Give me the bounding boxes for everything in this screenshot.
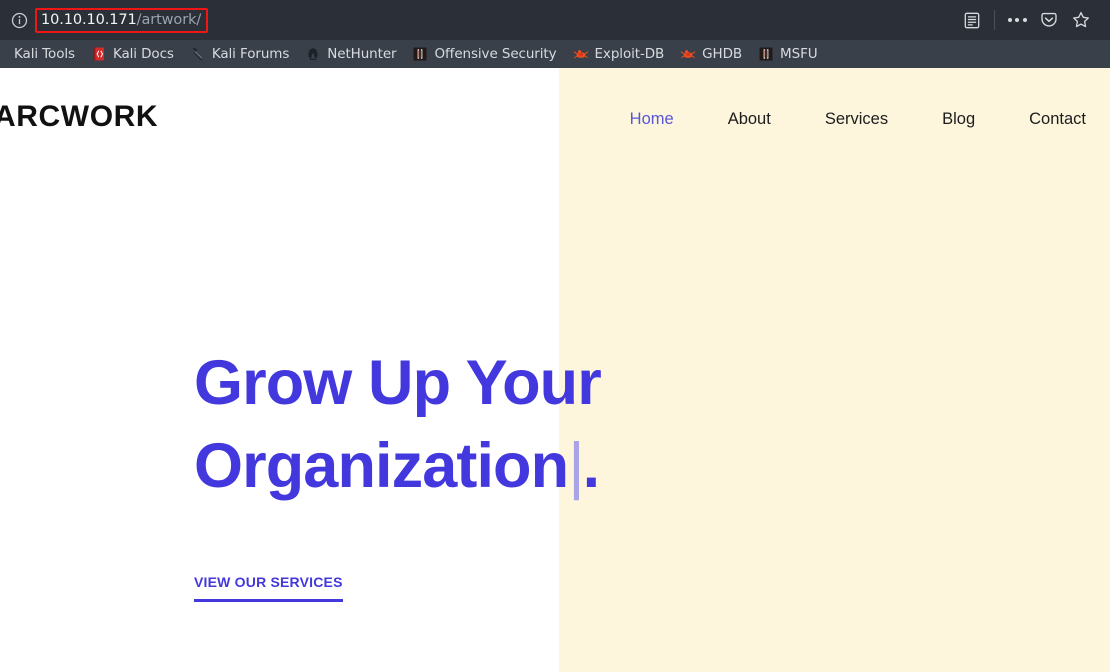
view-our-services-link[interactable]: VIEW OUR SERVICES xyxy=(194,574,343,602)
bookmark-kali-tools[interactable]: Kali Tools xyxy=(0,42,83,66)
bookmark-label: Kali Docs xyxy=(112,46,174,62)
bookmark-offensive-security[interactable]: Offensive Security xyxy=(404,42,564,66)
pocket-icon[interactable] xyxy=(1034,5,1064,35)
bookmark-star-icon[interactable] xyxy=(1066,5,1096,35)
bookmark-msfu[interactable]: MSFU xyxy=(750,42,825,66)
kali-tools-icon xyxy=(0,46,8,62)
url-bar[interactable]: 10.10.10.171/artwork/ xyxy=(0,6,957,34)
bookmark-label: Offensive Security xyxy=(434,46,557,62)
bookmark-label: MSFU xyxy=(780,46,818,62)
bookmark-kali-forums[interactable]: Kali Forums xyxy=(182,42,297,66)
browser-navigation-toolbar: 10.10.10.171/artwork/ xyxy=(0,0,1110,40)
nav-item-about[interactable]: About xyxy=(701,106,798,133)
nav-item-blog[interactable]: Blog xyxy=(915,106,1002,133)
hero-heading-line-2: Organization xyxy=(194,431,569,501)
bookmark-label: NetHunter xyxy=(327,46,397,62)
url-path: /artwork/ xyxy=(136,12,202,28)
reader-view-icon[interactable] xyxy=(957,5,987,35)
bookmark-ghdb[interactable]: GHDB xyxy=(672,42,750,66)
bookmark-label: Kali Tools xyxy=(14,46,75,62)
kali-forums-wrench-icon xyxy=(192,47,203,61)
url-host: 10.10.10.171 xyxy=(41,12,137,28)
msfu-icon xyxy=(759,47,773,61)
web-page-viewport: ARCWORK Home About Services Blog Contact… xyxy=(0,68,1110,672)
info-circle-icon[interactable] xyxy=(6,7,32,33)
exploit-db-bug-icon xyxy=(573,50,588,58)
toolbar-separator xyxy=(994,10,995,30)
site-logo[interactable]: ARCWORK xyxy=(0,102,158,132)
bookmarks-toolbar: Kali Tools Kali Docs Kali Forums NetHunt… xyxy=(0,40,1110,68)
hero-heading-period: . xyxy=(582,431,600,501)
site-header: ARCWORK Home About Services Blog Contact xyxy=(0,68,1110,168)
hero-heading-line-1: Grow Up Your xyxy=(194,348,602,418)
ghdb-bug-icon xyxy=(680,50,696,58)
browser-chrome: 10.10.10.171/artwork/ Kali Tools Kali Do… xyxy=(0,0,1110,68)
main-navigation: Home About Services Blog Contact xyxy=(603,106,1098,133)
hero-heading: Grow Up Your Organization|. xyxy=(194,342,602,508)
offensive-security-icon xyxy=(413,47,427,61)
hero-typing-caret: | xyxy=(568,431,584,501)
nav-item-home[interactable]: Home xyxy=(603,106,701,133)
nav-item-services[interactable]: Services xyxy=(798,106,915,133)
hero-section: Grow Up Your Organization|. VIEW OUR SERV… xyxy=(194,342,602,602)
bookmark-label: GHDB xyxy=(702,46,743,62)
browser-toolbar-actions xyxy=(957,5,1104,35)
bookmark-kali-docs[interactable]: Kali Docs xyxy=(83,42,182,66)
nav-item-contact[interactable]: Contact xyxy=(1002,106,1098,133)
bookmark-label: Kali Forums xyxy=(211,46,290,62)
bookmark-exploit-db[interactable]: Exploit-DB xyxy=(565,42,673,66)
bookmark-label: Exploit-DB xyxy=(594,46,665,62)
more-options-icon[interactable] xyxy=(1002,5,1032,35)
kali-docs-book-icon xyxy=(92,47,104,61)
nethunter-icon xyxy=(308,48,318,60)
bookmark-nethunter[interactable]: NetHunter xyxy=(297,42,404,66)
url-highlight-box: 10.10.10.171/artwork/ xyxy=(35,7,209,33)
